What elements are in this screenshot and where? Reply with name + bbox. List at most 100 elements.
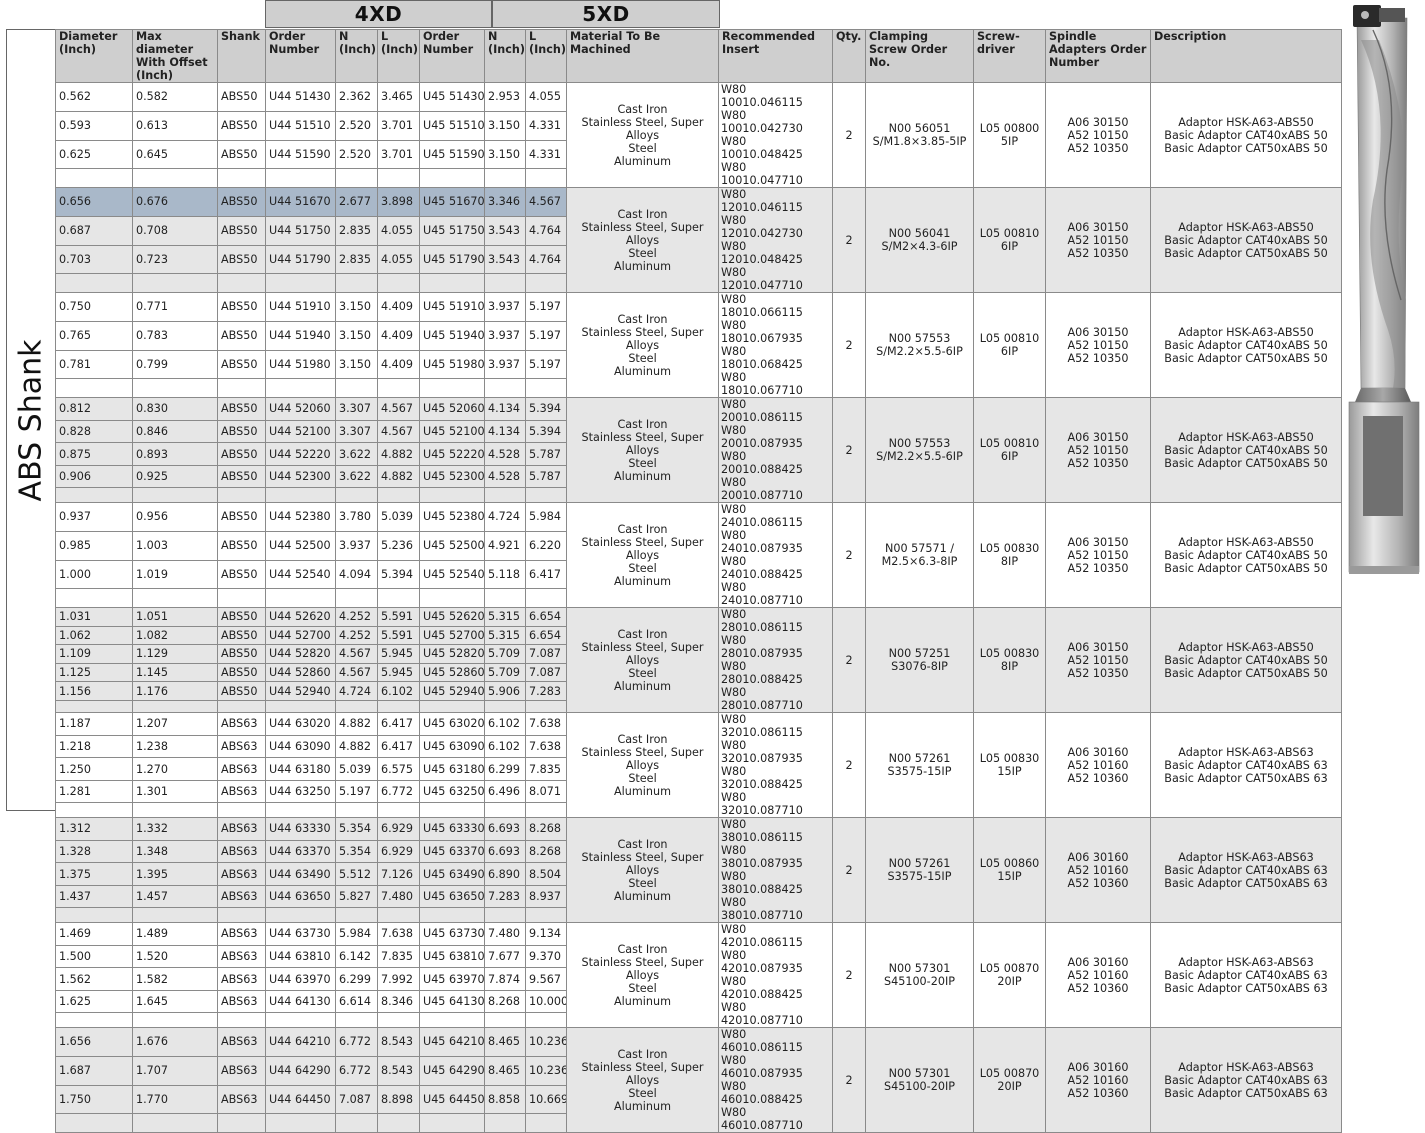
cell-recommended-insert-line: W80 12010.048425	[721, 240, 803, 266]
cell-recommended-insert-line: W80 10010.047710	[721, 161, 803, 187]
cell-l-4xd: 7.126	[377, 862, 420, 886]
cell-material-line: Cast Iron	[617, 942, 668, 956]
cell-n-5xd: 5.709	[484, 644, 526, 664]
cell-n-5xd: 3.937	[484, 349, 526, 380]
cell-qty: 2	[832, 607, 866, 713]
cell-l-5xd: 5.197	[525, 292, 567, 322]
cell-recommended-insert-line: W80 12010.047710	[721, 266, 803, 292]
spacer-cell	[132, 378, 218, 398]
cell-description-line: Basic Adaptor CAT40xABS 50	[1164, 653, 1328, 667]
spacer-cell	[265, 802, 336, 818]
cell-shank: ABS50	[217, 215, 266, 246]
spacer-cell	[419, 378, 485, 398]
group-header-4xd: 4XD	[265, 0, 492, 28]
cell-recommended-insert-line: W80 42010.086115	[721, 923, 803, 950]
spacer-cell	[132, 907, 218, 923]
cell-description-line: Basic Adaptor CAT40xABS 50	[1164, 548, 1328, 562]
cell-clamping-screw-line: N00 57301	[888, 962, 951, 975]
spacer-cell	[484, 1113, 526, 1133]
spacer-cell	[377, 378, 420, 398]
cell-n-4xd: 5.039	[335, 757, 378, 781]
cell-screwdriver: L05 00830 8IP	[973, 502, 1046, 608]
spacer-cell	[265, 168, 336, 188]
spacer-cell	[377, 1113, 420, 1133]
cell-l-4xd: 6.929	[377, 839, 420, 864]
cell-material-line: Stainless Steel, Super Alloys	[581, 535, 704, 562]
cell-order-4xd: U44 51750	[265, 215, 336, 246]
cell-max-diameter: 1.176	[132, 681, 218, 701]
cell-n-4xd: 4.882	[335, 712, 378, 736]
cell-shank: ABS50	[217, 442, 266, 466]
cell-spindle-adapters-line: A52 10150	[1067, 128, 1129, 142]
cell-qty: 2	[832, 817, 866, 923]
cell-l-4xd: 4.567	[377, 419, 420, 444]
col-header-screwdriver: Screw- driver	[973, 29, 1046, 83]
spacer-cell	[217, 907, 266, 923]
cell-order-4xd: U44 63090	[265, 734, 336, 759]
cell-order-5xd: U45 51750	[419, 215, 485, 246]
cell-l-4xd: 4.882	[377, 464, 420, 489]
cell-order-4xd: U44 63370	[265, 839, 336, 864]
cell-n-5xd: 6.496	[484, 779, 526, 804]
spacer-cell	[484, 588, 526, 608]
cell-spindle-adapters-line: A52 10160	[1067, 758, 1129, 772]
cell-order-4xd: U44 63730	[265, 922, 336, 946]
cell-spindle-adapters: A06 30150 A52 10150 A52 10350	[1045, 292, 1151, 398]
cell-order-4xd: U44 51790	[265, 244, 336, 275]
cell-qty: 2	[832, 712, 866, 818]
table-row: 0.812 0.830 ABS50 U44 52060 3.307 4.567 U45 52…	[55, 397, 1342, 503]
cell-order-4xd: U44 63330	[265, 817, 336, 841]
spacer-cell	[55, 1113, 133, 1133]
cell-diameter: 1.375	[55, 862, 133, 886]
cell-screwdriver-line: 15IP	[997, 870, 1022, 883]
cell-qty: 2	[832, 82, 866, 188]
cell-max-diameter: 0.799	[132, 349, 218, 380]
cell-screwdriver: L05 00830 15IP	[973, 712, 1046, 818]
cell-spindle-adapters: A06 30150 A52 10150 A52 10350	[1045, 187, 1151, 293]
cell-shank: ABS50	[217, 320, 266, 351]
cell-clamping-screw: N00 57261 S3575-15IP	[865, 712, 974, 818]
spacer-cell	[217, 1012, 266, 1028]
cell-n-5xd: 5.315	[484, 607, 526, 627]
cell-description-line: Basic Adaptor CAT50xABS 63	[1164, 1086, 1328, 1100]
spacer-cell	[377, 802, 420, 818]
cell-order-5xd: U45 51940	[419, 320, 485, 351]
cell-clamping-screw: N00 57553 S/M2.2×5.5-6IP	[865, 397, 974, 503]
cell-n-4xd: 2.362	[335, 82, 378, 112]
cell-l-5xd: 4.055	[525, 82, 567, 112]
spacer-cell	[55, 1012, 133, 1028]
cell-spindle-adapters-line: A06 30150	[1067, 430, 1129, 444]
cell-shank: ABS50	[217, 607, 266, 627]
cell-material-line: Aluminum	[614, 154, 671, 168]
spacer-cell	[525, 588, 567, 608]
cell-recommended-insert-line: W80 32010.088425	[721, 765, 803, 791]
cell-material-line: Cast Iron	[617, 837, 668, 851]
cell-description: Adaptor HSK-A63-ABS63 Basic Adaptor CAT40…	[1150, 922, 1342, 1028]
cell-shank: ABS50	[217, 419, 266, 444]
spacer-cell	[335, 802, 378, 818]
cell-order-5xd: U45 51980	[419, 349, 485, 380]
cell-l-4xd: 4.055	[377, 244, 420, 275]
cell-n-4xd: 2.677	[335, 187, 378, 217]
cell-screwdriver-line: L05 00810	[979, 227, 1040, 240]
table-row: 0.656 0.676 ABS50 U44 51670 2.677 3.898 U45 51…	[55, 187, 1342, 293]
col-header-l-5xd: L (Inch)	[525, 29, 567, 83]
table-header-row: Diameter (Inch) Max diameter With Offset…	[55, 29, 1342, 83]
cell-max-diameter: 1.238	[132, 734, 218, 759]
cell-shank: ABS50	[217, 139, 266, 170]
cell-max-diameter: 1.145	[132, 662, 218, 683]
cell-order-5xd: U45 64290	[419, 1055, 485, 1086]
cell-n-4xd: 5.512	[335, 862, 378, 886]
cell-recommended-insert: W80 24010.086115 W80 24010.087935 W80 2401…	[718, 502, 833, 608]
group-header-5xd: 5XD	[492, 0, 720, 28]
spacer-cell	[419, 273, 485, 293]
cell-material-line: Aluminum	[614, 469, 671, 483]
spacer-cell	[132, 168, 218, 188]
cell-recommended-insert-line: W80 28010.088425	[721, 660, 803, 686]
cell-spindle-adapters-line: A06 30160	[1067, 745, 1129, 759]
product-table: Diameter (Inch) Max diameter With Offset…	[55, 29, 1342, 1133]
cell-shank: ABS63	[217, 1027, 266, 1057]
cell-max-diameter: 0.708	[132, 215, 218, 246]
cell-l-4xd: 7.835	[377, 944, 420, 969]
cell-material-line: Stainless Steel, Super Alloys	[581, 220, 704, 247]
